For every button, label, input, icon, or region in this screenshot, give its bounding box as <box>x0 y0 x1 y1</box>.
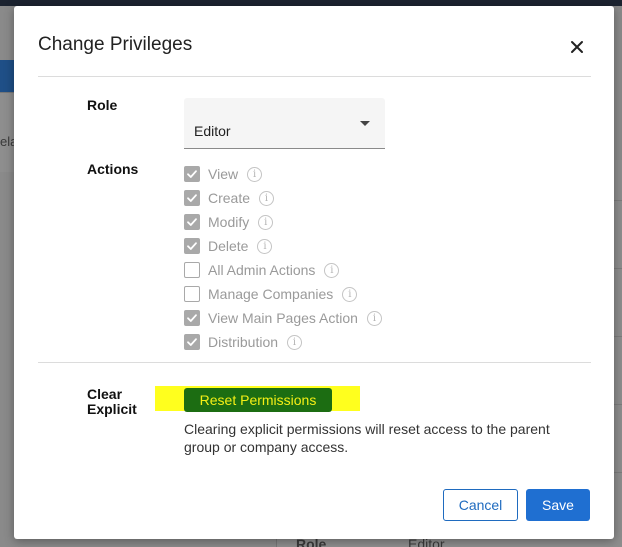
checkmark-icon <box>187 242 197 250</box>
action-item-distribution: Distribution i <box>184 333 303 351</box>
close-icon <box>571 41 583 53</box>
action-label-view-main-pages-action: View Main Pages Action <box>208 310 358 326</box>
info-icon[interactable]: i <box>247 166 263 182</box>
background-row-divider <box>614 268 622 269</box>
checkbox-view[interactable] <box>184 166 200 182</box>
background-row-divider <box>614 472 622 473</box>
action-label-all-admin-actions: All Admin Actions <box>208 262 316 278</box>
background-row-divider <box>614 404 622 405</box>
role-label: Role <box>87 97 118 113</box>
action-label-modify: Modify <box>208 214 250 230</box>
action-label-manage-companies: Manage Companies <box>208 286 334 302</box>
checkbox-delete[interactable] <box>184 238 200 254</box>
cancel-button[interactable]: Cancel <box>443 489 518 521</box>
checkmark-icon <box>187 314 197 322</box>
info-icon[interactable]: i <box>324 262 340 278</box>
action-label-delete: Delete <box>208 238 249 254</box>
action-item-create: Create i <box>184 189 275 207</box>
info-icon[interactable]: i <box>342 286 358 302</box>
action-label-view: View <box>208 166 239 182</box>
checkbox-distribution[interactable] <box>184 334 200 350</box>
section-divider <box>38 362 591 363</box>
reset-permissions-button[interactable]: Reset Permissions <box>184 388 332 412</box>
checkmark-icon <box>187 338 197 346</box>
clear-explicit-label-line2: Explicit <box>87 401 137 417</box>
info-icon[interactable]: i <box>259 190 275 206</box>
actions-label: Actions <box>87 161 139 177</box>
clear-explicit-note: Clearing explicit permissions will reset… <box>184 421 550 455</box>
action-item-view: View i <box>184 165 263 183</box>
action-item-manage-companies: Manage Companies i <box>184 285 358 303</box>
checkmark-icon <box>187 218 197 226</box>
dialog-title: Change Privileges <box>38 34 193 55</box>
checkmark-icon <box>187 194 197 202</box>
action-item-view-main-pages-action: View Main Pages Action i <box>184 309 382 327</box>
checkbox-modify[interactable] <box>184 214 200 230</box>
checkbox-create[interactable] <box>184 190 200 206</box>
checkbox-view-main-pages-action[interactable] <box>184 310 200 326</box>
dropdown-caret-icon <box>360 121 370 126</box>
close-button[interactable] <box>566 36 588 58</box>
info-icon[interactable]: i <box>287 334 303 350</box>
header-divider <box>38 76 591 77</box>
clear-explicit-label: Clear Explicit <box>87 387 137 417</box>
background-right-column <box>614 160 622 547</box>
action-label-distribution: Distribution <box>208 334 279 350</box>
action-item-modify: Modify i <box>184 213 274 231</box>
role-select-value: Editor <box>194 123 231 139</box>
background-left-panel <box>0 92 14 172</box>
info-icon[interactable]: i <box>257 238 273 254</box>
action-item-delete: Delete i <box>184 237 273 255</box>
checkmark-icon <box>187 170 197 178</box>
save-button[interactable]: Save <box>526 489 590 521</box>
action-label-create: Create <box>208 190 251 206</box>
info-icon[interactable]: i <box>366 310 382 326</box>
action-item-all-admin-actions: All Admin Actions i <box>184 261 340 279</box>
checkbox-all-admin-actions[interactable] <box>184 262 200 278</box>
info-icon[interactable]: i <box>258 214 274 230</box>
role-select[interactable]: Editor <box>184 98 385 149</box>
clear-explicit-label-line1: Clear <box>87 386 123 402</box>
checkbox-manage-companies[interactable] <box>184 286 200 302</box>
background-row-divider <box>614 200 622 201</box>
background-blue-bar <box>0 60 14 92</box>
background-row-divider <box>614 336 622 337</box>
change-privileges-dialog: Change Privileges Role Editor Actions Vi… <box>14 6 614 539</box>
